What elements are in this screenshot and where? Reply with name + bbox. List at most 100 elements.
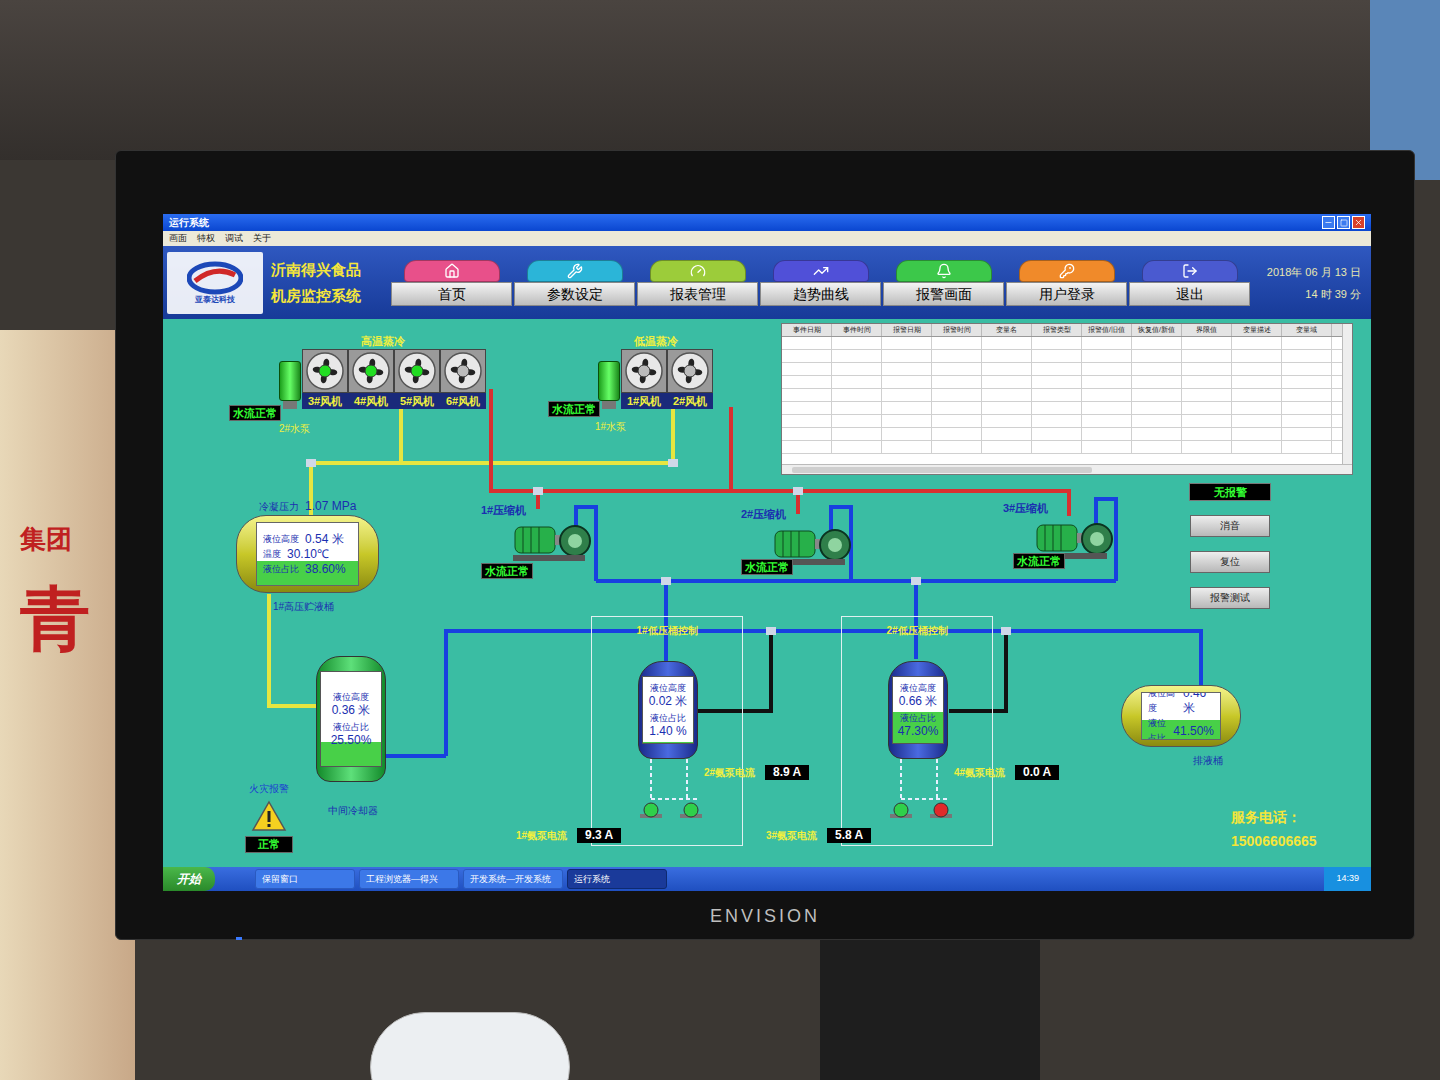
table-column[interactable]: 变量名 bbox=[982, 324, 1032, 336]
table-empty-row bbox=[782, 415, 1342, 428]
maximize-icon bbox=[1340, 219, 1348, 227]
fan-icon bbox=[397, 351, 437, 391]
fan-unit[interactable] bbox=[440, 349, 486, 393]
vertical-vessel[interactable]: 液位高度0.02 米液位占比1.40 % bbox=[638, 661, 698, 759]
screen: 运行系统画面特权调试关于亚泰达科技沂南得兴食品机房监控系统首页参数设定报表管理趋… bbox=[163, 214, 1371, 891]
table-column[interactable]: 报警类型 bbox=[1032, 324, 1082, 336]
ammonia-pump-icon[interactable] bbox=[640, 802, 662, 820]
compressor-icon bbox=[511, 517, 593, 565]
nav-icon bbox=[1059, 263, 1075, 279]
nav-button[interactable]: 报表管理 bbox=[637, 260, 758, 306]
service-phone: 服务电话：15006606665 bbox=[1231, 805, 1317, 853]
pump-current: 2#氨泵电流8.9 A bbox=[704, 765, 809, 780]
vertical-vessel[interactable]: 液位高度0.66 米液位占比47.30% bbox=[888, 661, 948, 759]
fan-icon bbox=[305, 351, 345, 391]
fan-icon bbox=[351, 351, 391, 391]
tank-label: 排液桶 bbox=[1193, 753, 1223, 768]
power-led bbox=[236, 937, 242, 940]
fan-unit[interactable] bbox=[667, 349, 713, 393]
alarm-button[interactable]: 报警测试 bbox=[1190, 587, 1270, 609]
photo-scene: 集团青运行系统画面特权调试关于亚泰达科技沂南得兴食品机房监控系统首页参数设定报表… bbox=[0, 0, 1440, 1080]
minimize-button[interactable] bbox=[1322, 216, 1335, 229]
table-header: 事件日期事件时间报警日期报警时间变量名报警类型报警值/旧值恢复值/新值界限值变量… bbox=[782, 324, 1342, 337]
table-empty-row bbox=[782, 428, 1342, 441]
fan-icon bbox=[670, 351, 710, 391]
tray-clock: 14:39 bbox=[1324, 867, 1371, 891]
compressor-label: 3#压缩机 bbox=[1003, 501, 1048, 515]
ammonia-pump-icon[interactable] bbox=[890, 802, 912, 820]
nav-icon bbox=[936, 263, 952, 279]
nav-button[interactable]: 退出 bbox=[1129, 260, 1250, 306]
taskbar-item[interactable]: 工程浏览器—得兴 bbox=[359, 869, 459, 889]
datetime: 2018年 06 月 13 日14 时 39 分 bbox=[1267, 261, 1367, 305]
table-column[interactable]: 恢复值/新值 bbox=[1132, 324, 1182, 336]
taskbar: 开始 保留窗口工程浏览器—得兴开发系统—开发系统运行系统 14:39 bbox=[163, 867, 1371, 891]
fire-status: 正常 bbox=[245, 836, 293, 853]
table-column[interactable]: 事件时间 bbox=[832, 324, 882, 336]
condenser-title: 高温蒸冷 bbox=[361, 333, 405, 349]
nav-button[interactable]: 报警画面 bbox=[883, 260, 1004, 306]
horizontal-tank[interactable]: 液位高度0.46 米液位占比41.50% bbox=[1121, 685, 1241, 747]
maximize-button[interactable] bbox=[1337, 216, 1350, 229]
nav-icon bbox=[813, 263, 829, 279]
menu-item[interactable]: 画面 bbox=[169, 232, 187, 245]
taskbar-item[interactable]: 保留窗口 bbox=[255, 869, 355, 889]
menu-item[interactable]: 特权 bbox=[197, 232, 215, 245]
monitor-brand: ENVISION bbox=[116, 903, 1414, 930]
evaporative-condenser: 高温蒸冷3#风机4#风机5#风机6#风机 bbox=[279, 333, 486, 409]
logo-icon bbox=[187, 261, 243, 295]
fan-unit[interactable] bbox=[302, 349, 348, 393]
taskbar-item[interactable]: 开发系统—开发系统 bbox=[463, 869, 563, 889]
minimize-icon bbox=[1324, 218, 1333, 227]
nav-button[interactable]: 参数设定 bbox=[514, 260, 635, 306]
start-button[interactable]: 开始 bbox=[163, 867, 215, 891]
taskbar-item[interactable]: 运行系统 bbox=[567, 869, 667, 889]
nav-button[interactable]: 用户登录 bbox=[1006, 260, 1127, 306]
horizontal-tank[interactable]: 液位高度0.54 米温度30.10℃液位占比38.60% bbox=[236, 515, 379, 593]
vertical-scrollbar[interactable] bbox=[1342, 324, 1352, 464]
table-column[interactable]: 报警时间 bbox=[932, 324, 982, 336]
alarm-button[interactable]: 消音 bbox=[1190, 515, 1270, 537]
close-button[interactable] bbox=[1352, 216, 1365, 229]
company-name: 沂南得兴食品 bbox=[271, 257, 371, 283]
water-pump bbox=[598, 361, 620, 409]
computer-mouse[interactable] bbox=[370, 1012, 570, 1080]
low-pressure-title: 1#低压桶控制 bbox=[592, 623, 742, 638]
nav-button[interactable]: 趋势曲线 bbox=[760, 260, 881, 306]
alarm-button[interactable]: 复位 bbox=[1190, 551, 1270, 573]
low-pressure-control: 2#低压桶控制液位高度0.66 米液位占比47.30%3#氨泵电流5.8 A4#… bbox=[841, 616, 993, 846]
fan-unit[interactable] bbox=[348, 349, 394, 393]
alarm-table[interactable]: 事件日期事件时间报警日期报警时间变量名报警类型报警值/旧值恢复值/新值界限值变量… bbox=[781, 323, 1353, 475]
fan-label: 3#风机 bbox=[302, 393, 348, 409]
vertical-vessel[interactable]: 液位高度0.36 米液位占比25.50% bbox=[316, 656, 386, 782]
table-column[interactable]: 界限值 bbox=[1182, 324, 1232, 336]
ammonia-pump-icon[interactable] bbox=[930, 802, 952, 820]
table-column[interactable]: 变量描述 bbox=[1232, 324, 1282, 336]
water-flow-status: 水流正常 bbox=[1013, 553, 1065, 569]
table-empty-row bbox=[782, 441, 1342, 454]
pump-current: 4#氨泵电流0.0 A bbox=[954, 765, 1059, 780]
table-column[interactable]: 变量域 bbox=[1282, 324, 1332, 336]
table-column[interactable]: 事件日期 bbox=[782, 324, 832, 336]
nav-icon bbox=[690, 263, 706, 279]
horizontal-scrollbar[interactable] bbox=[782, 464, 1352, 474]
alarm-status: 无报警 bbox=[1189, 483, 1271, 501]
table-empty-row bbox=[782, 350, 1342, 363]
ammonia-pump-icon[interactable] bbox=[680, 802, 702, 820]
menu-item[interactable]: 关于 bbox=[253, 232, 271, 245]
menu-item[interactable]: 调试 bbox=[225, 232, 243, 245]
table-empty-row bbox=[782, 402, 1342, 415]
fan-unit[interactable] bbox=[394, 349, 440, 393]
nav-icon bbox=[1182, 263, 1198, 279]
table-column[interactable]: 报警日期 bbox=[882, 324, 932, 336]
table-column[interactable]: 报警值/旧值 bbox=[1082, 324, 1132, 336]
nav-button[interactable]: 首页 bbox=[391, 260, 512, 306]
close-icon bbox=[1354, 218, 1363, 227]
water-flow-status: 水流正常 bbox=[548, 401, 600, 417]
fan-unit[interactable] bbox=[621, 349, 667, 393]
pump-current: 3#氨泵电流5.8 A bbox=[766, 828, 871, 843]
fan-label: 1#风机 bbox=[621, 393, 667, 409]
level-fill bbox=[643, 742, 693, 743]
nav-icon bbox=[567, 263, 583, 279]
table-empty-row bbox=[782, 389, 1342, 402]
